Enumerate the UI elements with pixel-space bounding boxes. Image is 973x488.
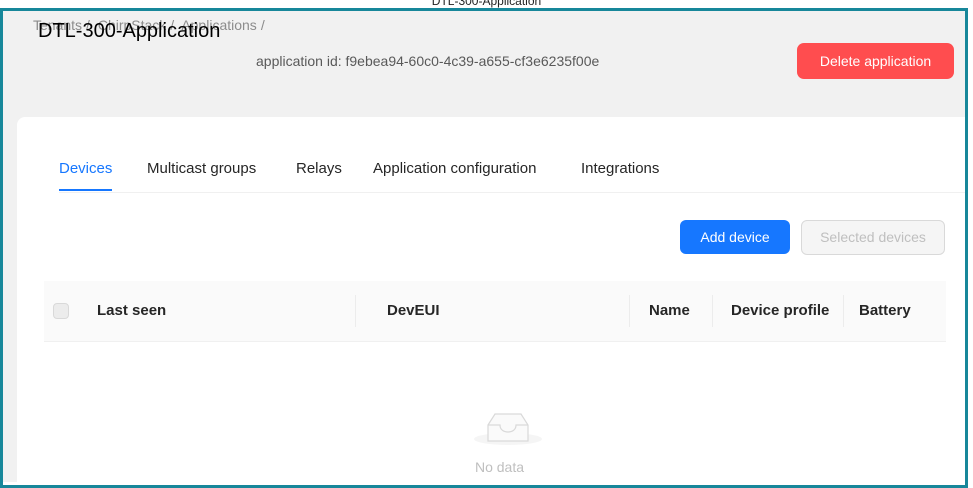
delete-application-button[interactable]: Delete application (797, 43, 954, 79)
column-deveui[interactable]: DevEUI (387, 281, 440, 341)
select-all-checkbox[interactable] (53, 303, 69, 319)
add-device-button[interactable]: Add device (680, 220, 790, 254)
application-page: Tenants / ChirpStack / Applications / DTL-3… (3, 11, 965, 482)
column-last-seen[interactable]: Last seen (97, 281, 166, 341)
empty-state-text: No data (474, 459, 525, 475)
table-header: Last seen DevEUI Name Device profile Bat… (44, 281, 946, 342)
tab-devices[interactable]: Devices (59, 155, 113, 191)
breadcrumb-separator: / (260, 17, 265, 33)
tab-integrations[interactable]: Integrations (581, 155, 659, 189)
devices-card: Devices Multicast groups Relays Applicat… (17, 117, 965, 482)
application-id: application id: f9ebea94-60c0-4c39-a655-… (256, 53, 600, 69)
column-divider (712, 295, 713, 327)
tabs-divider (59, 192, 965, 193)
column-battery[interactable]: Battery (859, 281, 911, 341)
tab-relays[interactable]: Relays (296, 155, 342, 189)
column-name[interactable]: Name (649, 281, 690, 341)
page-title: DTL-300-Application (38, 20, 221, 42)
selected-devices-button: Selected devices (801, 220, 945, 255)
tab-multicast-groups[interactable]: Multicast groups (147, 155, 256, 189)
column-divider (629, 295, 630, 327)
column-divider (843, 295, 844, 327)
inbox-icon (473, 401, 543, 456)
column-divider (355, 295, 356, 327)
window-title: DTL-300-Application (431, 0, 542, 8)
tab-application-configuration[interactable]: Application configuration (373, 155, 536, 189)
column-device-profile[interactable]: Device profile (731, 281, 829, 341)
